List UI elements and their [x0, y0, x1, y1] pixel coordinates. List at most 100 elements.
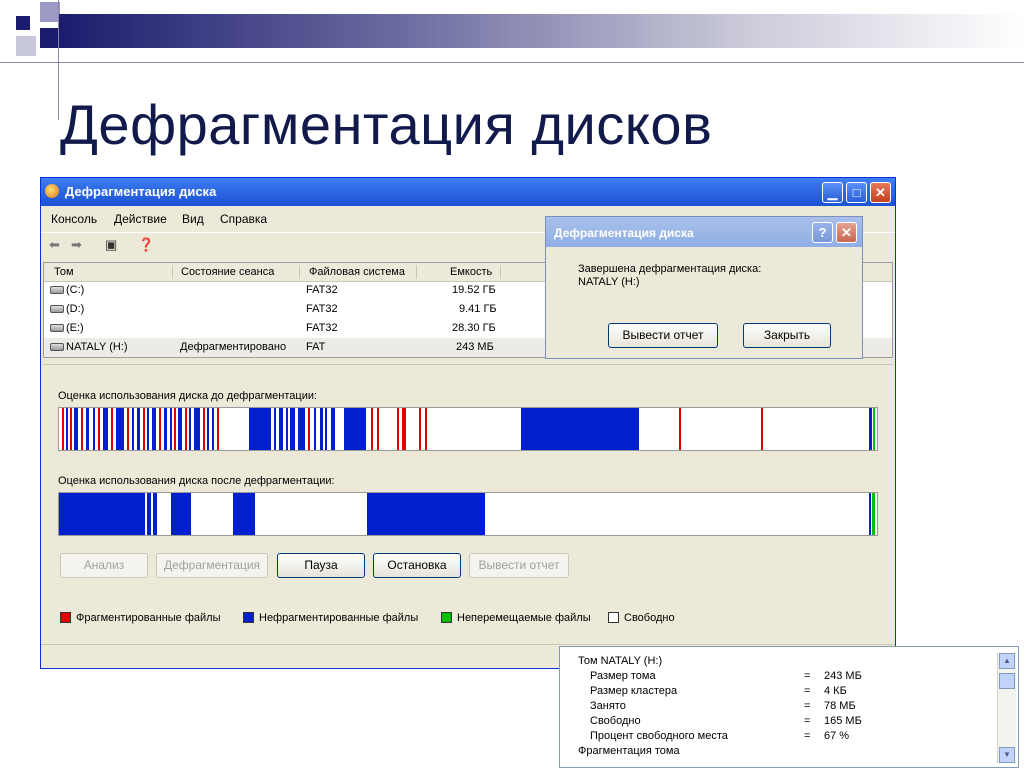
cluster-stripe [98, 408, 100, 450]
cluster-stripe [111, 408, 113, 450]
cluster-stripe [170, 408, 172, 450]
cluster-stripe [81, 408, 83, 450]
after-analysis-label: Оценка использования диска после дефрагм… [58, 475, 335, 487]
cluster-stripe [371, 408, 373, 450]
disk-usage-before-bar [58, 407, 878, 451]
cluster-stripe [164, 408, 167, 450]
close-button[interactable]: ✕ [870, 182, 891, 203]
dialog-close-button[interactable]: ✕ [836, 222, 857, 243]
cluster-stripe [377, 408, 379, 450]
cluster-stripe [62, 408, 64, 450]
scroll-down-icon[interactable]: ▼ [999, 747, 1015, 763]
cluster-stripe [325, 408, 327, 450]
cluster-stripe [185, 408, 187, 450]
cluster-stripe [203, 408, 205, 450]
cluster-stripe [314, 408, 316, 450]
minimize-button[interactable]: ▁ [822, 182, 843, 203]
legend-swatch-free [608, 612, 619, 623]
volume-details-panel: Том NATALY (H:) Размер тома = 243 МБ Раз… [559, 646, 1019, 768]
column-header-capacity[interactable]: Емкость [450, 266, 492, 278]
details-fragmentation-label: Фрагментация тома [578, 745, 680, 757]
decor-gradient-bar [58, 14, 1024, 48]
menu-action[interactable]: Действие [114, 212, 167, 226]
dialog-close-text-button[interactable]: Закрыть [743, 323, 831, 348]
scroll-up-icon[interactable]: ▲ [999, 653, 1015, 669]
back-arrow-icon[interactable]: ⬅ [49, 237, 60, 253]
help-icon[interactable]: ❓ [138, 237, 154, 253]
decor-square [16, 16, 30, 30]
menu-view[interactable]: Вид [182, 212, 204, 226]
pause-button[interactable]: Пауза [277, 553, 365, 578]
dialog-help-button[interactable]: ? [812, 222, 833, 243]
legend-fragmented: Фрагментированные файлы [76, 612, 221, 624]
disk-usage-after-bar [58, 492, 878, 536]
cluster-stripe [233, 493, 255, 535]
legend-swatch-contiguous [243, 612, 254, 623]
drive-icon [50, 286, 64, 294]
cluster-stripe [189, 408, 191, 450]
forward-arrow-icon[interactable]: ➡ [71, 237, 82, 253]
cluster-stripe [103, 408, 108, 450]
cluster-stripe [290, 408, 295, 450]
menu-console[interactable]: Консоль [51, 212, 97, 226]
column-header-filesystem[interactable]: Файловая система [309, 266, 405, 278]
decor-square [16, 36, 36, 56]
cluster-stripe [137, 408, 140, 450]
cluster-stripe [171, 493, 191, 535]
cluster-stripe [159, 408, 161, 450]
dialog-volume-name: NATALY (H:) [578, 276, 640, 288]
cluster-stripe [869, 493, 871, 535]
column-header-status[interactable]: Состояние сеанса [181, 266, 274, 278]
before-analysis-label: Оценка использования диска до дефрагмент… [58, 390, 318, 402]
details-row: Свободно = 165 МБ [590, 715, 862, 727]
details-row: Процент свободного места = 67 % [590, 730, 850, 742]
cluster-stripe [86, 408, 89, 450]
cluster-stripe [116, 408, 124, 450]
cluster-stripe [132, 408, 134, 450]
defragment-button[interactable]: Дефрагментация [156, 553, 268, 578]
drive-icon [50, 343, 64, 351]
details-row: Занято = 78 МБ [590, 700, 856, 712]
cluster-stripe [298, 408, 305, 450]
cluster-stripe [127, 408, 129, 450]
dialog-report-button[interactable]: Вывести отчет [608, 323, 718, 348]
dialog-title: Дефрагментация диска [554, 226, 694, 240]
analyze-button[interactable]: Анализ [60, 553, 148, 578]
cluster-stripe [872, 493, 875, 535]
cluster-stripe [402, 408, 406, 450]
cluster-stripe [93, 408, 95, 450]
details-row: Размер тома = 243 МБ [590, 670, 862, 682]
cluster-stripe [286, 408, 288, 450]
decor-divider [58, 0, 59, 120]
window-title: Дефрагментация диска [65, 184, 217, 199]
cluster-stripe [419, 408, 421, 450]
details-scrollbar[interactable]: ▲ ▼ [997, 653, 1016, 763]
legend-swatch-unmovable [441, 612, 452, 623]
show-hide-tree-icon[interactable]: ▣ [105, 237, 117, 253]
drive-icon [50, 324, 64, 332]
cluster-stripe [279, 408, 283, 450]
legend-swatch-fragmented [60, 612, 71, 623]
completion-dialog: Дефрагментация диска ? ✕ Завершена дефра… [545, 216, 863, 359]
window-titlebar[interactable]: Дефрагментация диска ▁ □ ✕ [41, 178, 895, 206]
cluster-stripe [397, 408, 399, 450]
decor-square [40, 2, 60, 22]
cluster-stripe [761, 408, 763, 450]
cluster-stripe [367, 493, 485, 535]
maximize-button[interactable]: □ [846, 182, 867, 203]
decor-square [40, 28, 60, 48]
cluster-stripe [217, 408, 219, 450]
menu-help[interactable]: Справка [220, 212, 267, 226]
column-header-volume[interactable]: Том [54, 266, 74, 278]
cluster-stripe [143, 408, 145, 450]
stop-button[interactable]: Остановка [373, 553, 461, 578]
cluster-stripe [178, 408, 182, 450]
dialog-titlebar[interactable]: Дефрагментация диска ? ✕ [546, 217, 862, 247]
cluster-stripe [679, 408, 681, 450]
drive-icon [50, 305, 64, 313]
scroll-thumb[interactable] [999, 673, 1015, 689]
cluster-stripe [308, 408, 310, 450]
view-report-button[interactable]: Вывести отчет [469, 553, 569, 578]
cluster-stripe [147, 408, 149, 450]
cluster-stripe [207, 408, 209, 450]
